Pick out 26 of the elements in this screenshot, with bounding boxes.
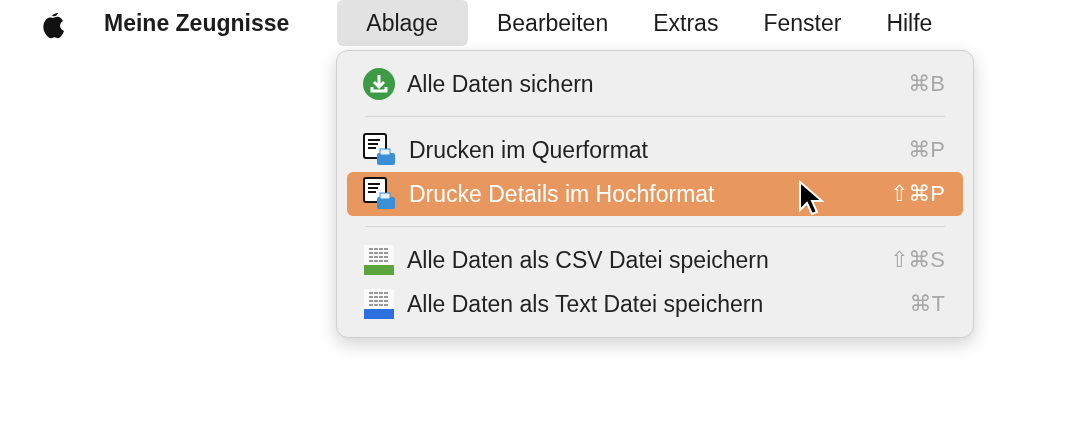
shortcut-label: ⌘B (908, 71, 945, 97)
menu-title[interactable]: Hilfe (857, 0, 949, 46)
menu-title[interactable]: Extras (624, 0, 735, 46)
menu-item-label: Alle Daten sichern (407, 70, 594, 98)
printer-document-icon (363, 177, 397, 211)
menu-item[interactable]: Alle Daten als CSV Datei speichern ⇧⌘S (347, 238, 963, 282)
printer-document-icon (363, 133, 397, 167)
menu-title[interactable]: Bearbeiten (467, 0, 625, 46)
menu-item[interactable]: Alle Daten als Text Datei speichern ⌘T (347, 282, 963, 326)
menu-item-label: Drucken im Querformat (409, 136, 648, 164)
menu-item[interactable]: Drucken im Querformat ⌘P (347, 128, 963, 172)
download-icon (363, 68, 395, 100)
csv-file-icon (363, 244, 395, 276)
shortcut-label: ⇧⌘S (889, 247, 945, 273)
menu-item[interactable]: Alle Daten sichern ⌘B (347, 62, 963, 106)
menu-item-label: Alle Daten als Text Datei speichern (407, 290, 764, 318)
shortcut-label: ⇧⌘P (889, 181, 945, 207)
txt-file-icon (363, 288, 395, 320)
app-name[interactable]: Meine Zeugnisse (104, 9, 290, 37)
menu-title[interactable]: Fenster (734, 0, 858, 46)
menu-item-label: Alle Daten als CSV Datei speichern (407, 246, 769, 274)
shortcut-label: ⌘T (909, 291, 945, 317)
shortcut-label: ⌘P (908, 137, 945, 163)
mouse-pointer-icon (798, 180, 824, 218)
menu-item-label: Drucke Details im Hochformat (409, 180, 715, 208)
menu-title[interactable]: Ablage (337, 0, 468, 46)
